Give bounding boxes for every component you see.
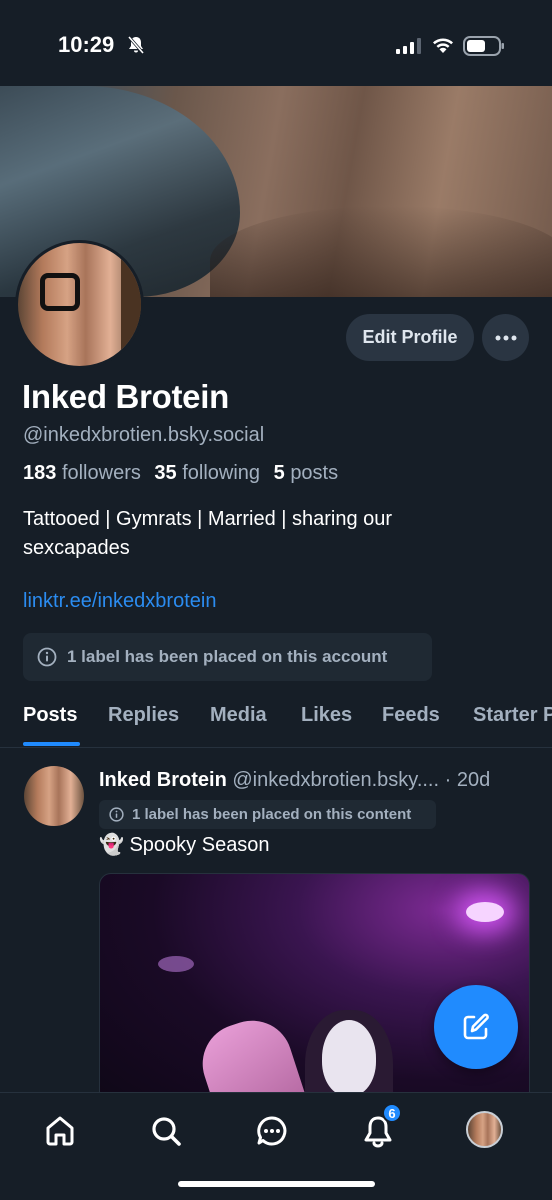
image-ghost-mask: [322, 1020, 376, 1096]
home-icon: [46, 1116, 74, 1146]
posts-label: posts: [290, 462, 339, 484]
nav-chat[interactable]: [254, 1113, 290, 1149]
profile-handle: @inkedxbrotien.bsky.social: [23, 424, 265, 446]
tab-starter-packs[interactable]: Starter P: [473, 704, 552, 727]
following-link[interactable]: 35 following: [154, 462, 260, 484]
tab-posts[interactable]: Posts: [23, 704, 77, 727]
content-label-notice[interactable]: 1 label has been placed on this content: [99, 800, 436, 829]
notification-badge: 6: [382, 1103, 402, 1123]
post-author-avatar[interactable]: [24, 766, 84, 826]
battery-icon: [463, 36, 504, 56]
following-count: 35: [154, 462, 177, 484]
tab-media[interactable]: Media: [210, 704, 267, 727]
content-label-text: 1 label has been placed on this content: [132, 806, 412, 823]
nav-search[interactable]: [148, 1113, 184, 1149]
following-label: following: [182, 462, 261, 484]
profile-avatar[interactable]: [15, 240, 144, 369]
chat-icon: [257, 1116, 287, 1146]
more-options-button[interactable]: [482, 314, 529, 361]
followers-count: 183: [23, 462, 57, 484]
tab-likes[interactable]: Likes: [301, 704, 352, 727]
info-icon: [37, 647, 57, 667]
nav-profile-avatar[interactable]: [466, 1111, 503, 1148]
active-tab-indicator: [23, 742, 80, 746]
home-indicator: [178, 1181, 375, 1187]
followers-label: followers: [61, 462, 141, 484]
post-time: · 20d: [444, 769, 491, 791]
account-label-notice[interactable]: 1 label has been placed on this account: [23, 633, 432, 681]
display-name: Inked Brotein: [22, 378, 229, 415]
ellipsis-icon: [495, 335, 516, 340]
post-text: 👻 Spooky Season: [99, 834, 270, 856]
status-bar: 10:29: [0, 0, 552, 86]
edit-profile-button[interactable]: Edit Profile: [346, 314, 474, 361]
banner-image-shading: [210, 206, 552, 297]
avatar-door: [121, 243, 141, 366]
search-icon: [152, 1117, 181, 1146]
post-author-name[interactable]: Inked Brotein: [99, 769, 227, 791]
image-ceiling-light-dim: [158, 956, 194, 972]
followers-link[interactable]: 183 followers: [23, 462, 141, 484]
post-author-handle[interactable]: @inkedxbrotien.bsky....: [232, 769, 439, 791]
cellular-signal-icon: [396, 38, 421, 54]
post-header: Inked Brotein @inkedxbrotien.bsky.... · …: [99, 769, 490, 792]
tab-feeds[interactable]: Feeds: [382, 704, 440, 727]
compose-icon: [463, 1013, 489, 1040]
posts-count: 5: [273, 462, 285, 484]
status-time: 10:29: [58, 32, 115, 57]
info-icon: [109, 807, 124, 822]
compose-post-button[interactable]: [434, 985, 518, 1069]
profile-stats: 183 followers 35 following 5 posts: [23, 462, 338, 485]
profile-link[interactable]: linktr.ee/inkedxbrotein: [23, 590, 216, 613]
wifi-icon: [433, 38, 453, 53]
avatar-harness: [40, 273, 80, 311]
tab-replies[interactable]: Replies: [108, 704, 179, 727]
account-label-text: 1 label has been placed on this account: [67, 647, 388, 666]
bell-slash-icon: [127, 36, 145, 54]
image-ceiling-light: [466, 902, 504, 922]
profile-tabs: Posts Replies Media Likes Feeds Starter …: [0, 693, 552, 748]
profile-bio: Tattooed | Gymrats | Married | sharing o…: [23, 508, 393, 559]
nav-home[interactable]: [42, 1113, 78, 1149]
